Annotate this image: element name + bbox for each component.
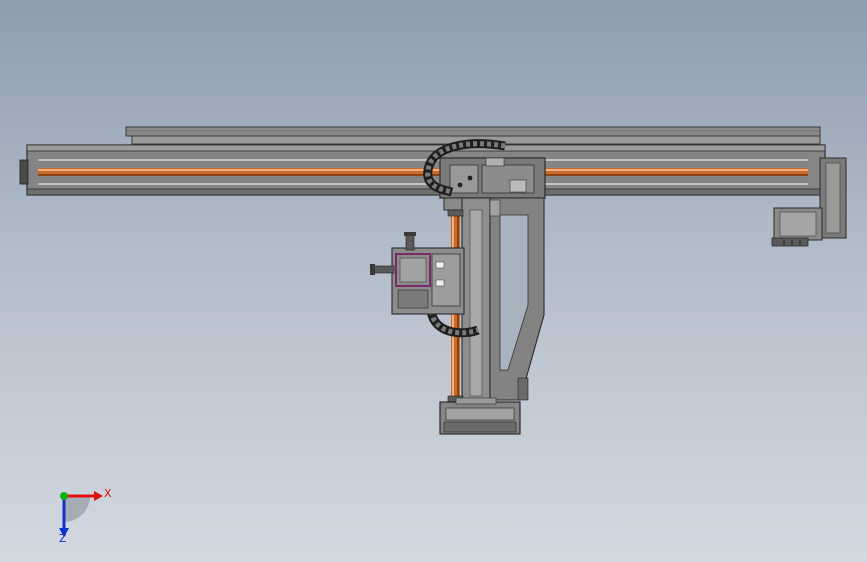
cad-viewport[interactable]: X Z [0,0,867,562]
orientation-triad: X Z [59,487,112,545]
y-axis-marker [60,492,68,500]
x-axis-label: X [104,487,112,500]
triad-plane [64,496,90,522]
z-axis-label: Z [59,532,67,545]
